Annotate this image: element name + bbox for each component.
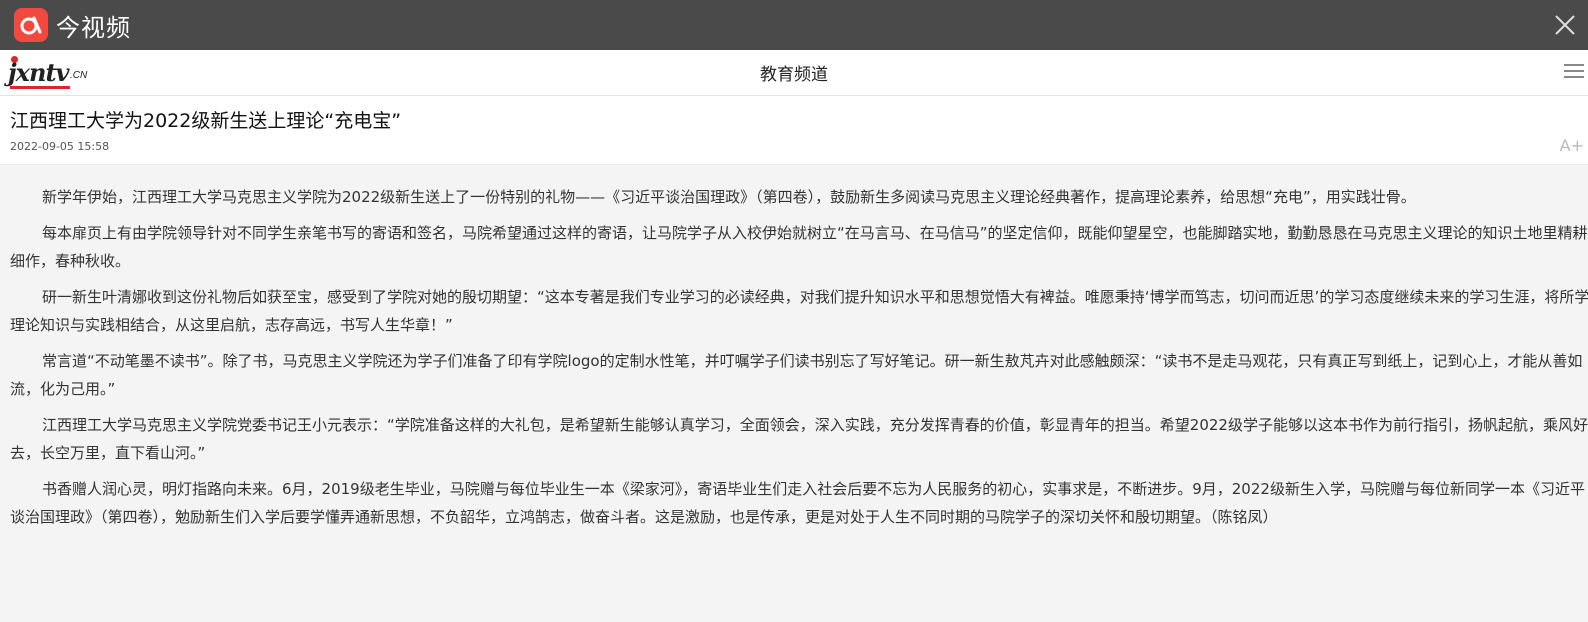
article-paragraph: 每本扉页上有由学院领导针对不同学生亲笔书写的寄语和签名，马院希望通过这样的寄语，…	[10, 224, 1588, 270]
article-title: 江西理工大学为2022级新生送上理论“充电宝”	[10, 110, 402, 132]
logo-domain: .CN	[70, 70, 88, 81]
article-paragraph: 书香赠人润心灵，明灯指路向未来。6月，2019级老生毕业，马院赠与每位毕业生一本…	[10, 480, 1585, 526]
site-logo[interactable]: jxntv .CN	[8, 54, 90, 92]
logo-text: jxntv	[8, 58, 69, 87]
app-logo-icon	[14, 8, 48, 42]
article-header: 江西理工大学为2022级新生送上理论“充电宝” 2022-09-05 15:58…	[0, 96, 1588, 165]
channel-title: 教育频道	[760, 65, 828, 85]
article-paragraph: 江西理工大学马克思主义学院党委书记王小元表示：“学院准备这样的大礼包，是希望新生…	[10, 416, 1588, 462]
close-icon[interactable]	[1552, 12, 1578, 38]
article-paragraph: 新学年伊始，江西理工大学马克思主义学院为2022级新生送上了一份特别的礼物——《…	[42, 188, 1416, 206]
article-date: 2022-09-05 15:58	[10, 140, 110, 153]
article-body: 新学年伊始，江西理工大学马克思主义学院为2022级新生送上了一份特别的礼物——《…	[0, 165, 1588, 531]
app-title: 今视频	[56, 13, 131, 42]
article-paragraph: 常言道“不动笔墨不读书”。除了书，马克思主义学院还为学子们准备了印有学院logo…	[10, 352, 1583, 398]
logo-bar	[10, 86, 70, 89]
title-bar: 今视频	[0, 0, 1588, 50]
font-size-button[interactable]: A+	[1560, 136, 1584, 155]
article-paragraph: 研一新生叶清娜收到这份礼物后如获至宝，感受到了学院对她的殷切期望：“这本专著是我…	[10, 288, 1588, 334]
site-header: jxntv .CN 教育频道	[0, 50, 1588, 96]
menu-icon[interactable]	[1564, 64, 1584, 80]
